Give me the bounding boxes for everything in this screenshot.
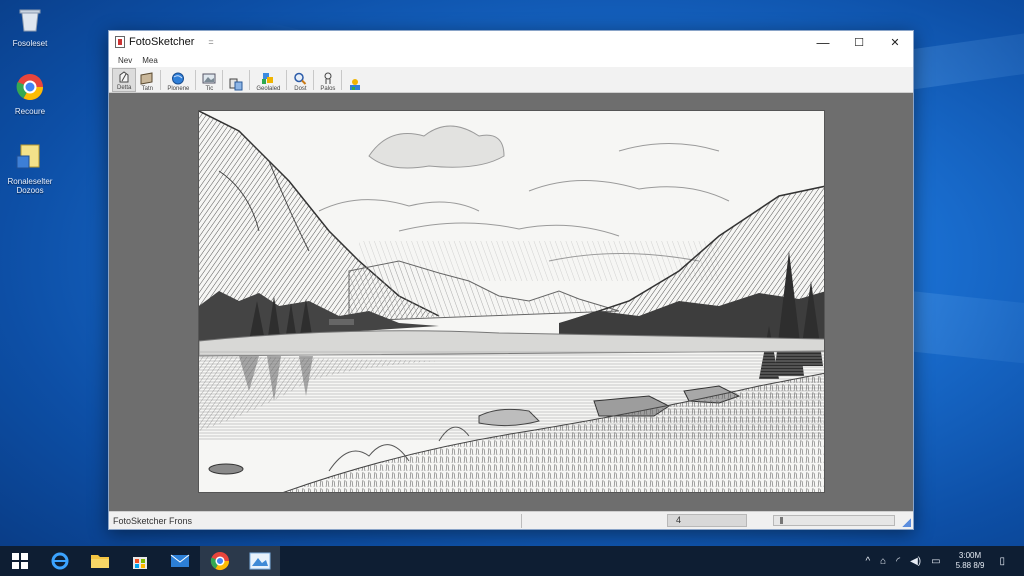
window-title: FotoSketcher — [129, 36, 195, 48]
compare-icon — [229, 78, 243, 91]
toolbar-button-tatn[interactable]: Tatn — [136, 68, 158, 92]
toolbar-button-palos[interactable]: Palos — [316, 68, 339, 92]
folder-icon — [16, 144, 40, 169]
zoom-icon — [294, 72, 307, 85]
taskbar-store[interactable] — [120, 546, 160, 576]
chrome-icon — [210, 552, 229, 571]
taskbar-chrome[interactable] — [200, 546, 240, 576]
desktop-icon-recycle[interactable]: Fosoleset — [6, 4, 54, 48]
workspace — [109, 93, 913, 511]
app-icon — [115, 36, 125, 48]
clock-time: 3:00M — [958, 551, 982, 560]
landscape-sketch-image — [199, 111, 824, 492]
clock-date: 5.88 8/9 — [955, 561, 985, 570]
desktop-icon-folder[interactable]: Ronaleselter Dozoos — [6, 142, 54, 195]
status-text: FotoSketcher Frons — [109, 513, 522, 528]
store-icon — [133, 557, 147, 569]
system-tray: ^ ⌂ ◜ ◀) ▭ 3:00M 5.88 8/9 ▯ — [860, 551, 1024, 571]
file-explorer-icon — [91, 555, 109, 568]
recycle-bin-icon — [19, 9, 41, 32]
taskbar-file-explorer[interactable] — [80, 546, 120, 576]
layers-icon — [350, 79, 361, 90]
fotosketcher-window: FotoSketcher = — ☐ ✕ Nev Mea Detta Tatn … — [108, 30, 914, 530]
person-icon — [324, 72, 332, 84]
toolbar-button-compare[interactable] — [225, 68, 247, 92]
network-icon[interactable]: ⌂ — [880, 556, 886, 567]
desktop-icon-label: Ronaleselter Dozoos — [7, 177, 53, 195]
menu-item-new[interactable]: Nev — [113, 56, 137, 65]
sketch-icon — [140, 72, 153, 85]
status-bar: FotoSketcher Frons 4 — [109, 511, 913, 529]
battery-icon[interactable]: ▭ — [931, 556, 940, 567]
toolbar: Detta Tatn Plonene Tic Geolaled Dost Pal… — [109, 67, 913, 93]
picture-icon — [202, 73, 216, 84]
fotosketcher-icon — [249, 552, 271, 570]
toolbar-button-tic[interactable]: Tic — [198, 68, 220, 92]
taskbar-internet-explorer[interactable] — [40, 546, 80, 576]
pencil-icon — [119, 71, 129, 83]
minimize-button[interactable]: — — [805, 31, 841, 53]
desktop-icon-label: Fosoleset — [12, 39, 48, 48]
taskbar-mail[interactable] — [160, 546, 200, 576]
notification-icon[interactable]: ▯ — [999, 556, 1005, 567]
wifi-icon[interactable]: ◜ — [896, 556, 900, 567]
toolbar-button-plonene[interactable]: Plonene — [163, 68, 193, 92]
title-bar[interactable]: FotoSketcher = — ☐ ✕ — [109, 31, 913, 53]
toolbar-button-layers[interactable] — [344, 68, 366, 92]
taskbar: ^ ⌂ ◜ ◀) ▭ 3:00M 5.88 8/9 ▯ — [0, 546, 1024, 576]
toolbar-button-detta[interactable]: Detta — [112, 68, 137, 92]
zoom-slider-thumb[interactable] — [780, 517, 783, 524]
taskbar-fotosketcher[interactable] — [240, 546, 280, 576]
resize-grip[interactable] — [902, 518, 911, 527]
palette-icon — [262, 73, 274, 84]
taskbar-clock[interactable]: 3:00M 5.88 8/9 — [956, 551, 985, 571]
zoom-field[interactable]: 4 — [667, 514, 747, 527]
windows-start-icon — [12, 553, 28, 569]
globe-icon — [172, 72, 185, 85]
menu-item-mea[interactable]: Mea — [137, 56, 163, 65]
zoom-slider[interactable] — [773, 515, 895, 526]
start-button[interactable] — [0, 546, 40, 576]
title-extra: = — [208, 37, 214, 47]
internet-explorer-icon — [51, 552, 69, 570]
close-button[interactable]: ✕ — [877, 31, 913, 53]
chrome-icon — [16, 74, 44, 101]
volume-icon[interactable]: ◀) — [910, 556, 921, 567]
desktop-icon-label: Recoure — [14, 107, 46, 116]
maximize-button[interactable]: ☐ — [841, 31, 877, 53]
desktop-icon-chrome[interactable]: Recoure — [6, 72, 54, 116]
mail-icon — [170, 554, 190, 567]
toolbar-button-dost[interactable]: Dost — [289, 68, 311, 92]
sketch-canvas[interactable] — [198, 110, 825, 493]
chevron-up-icon[interactable]: ^ — [865, 556, 870, 567]
menu-bar: Nev Mea — [109, 53, 913, 67]
toolbar-button-geolaled[interactable]: Geolaled — [252, 68, 284, 92]
